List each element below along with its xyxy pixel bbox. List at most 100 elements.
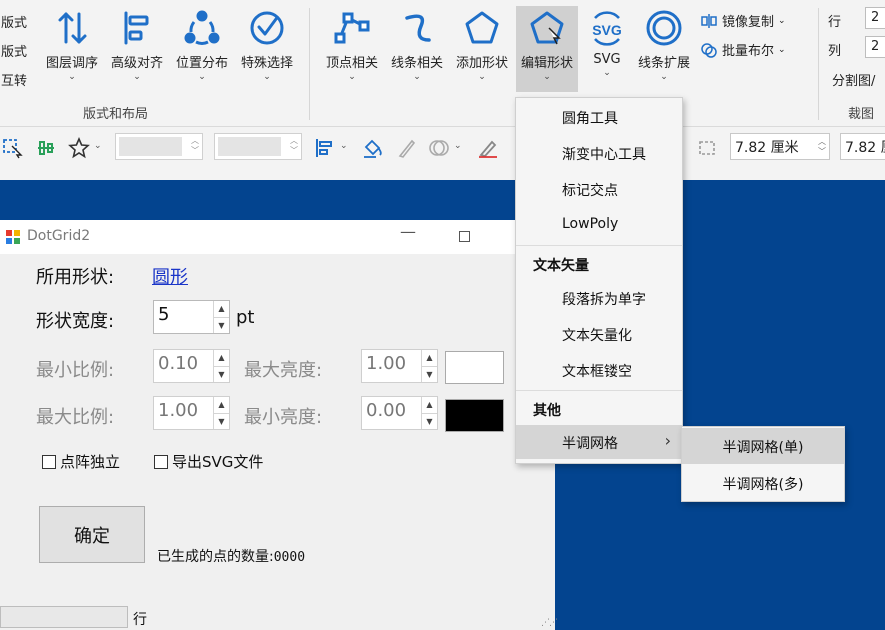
chevron-down-icon: ⌄	[543, 72, 551, 82]
layer-order-icon	[58, 12, 87, 44]
min-brightness-label: 最小亮度:	[244, 407, 323, 428]
ribbon-left-label-2[interactable]: 版式	[1, 41, 27, 60]
width-unit: pt	[236, 307, 255, 328]
menu-item-split-paragraph[interactable]: 段落拆为单字	[516, 281, 682, 315]
spin-up-icon[interactable]: ▲	[214, 350, 229, 366]
spin-up-icon[interactable]: ▲	[422, 397, 437, 413]
menu-item-gradient-center[interactable]: 渐变中心工具	[516, 136, 682, 170]
spin-down-icon[interactable]: ▼	[214, 413, 229, 429]
shape-input-1[interactable]: ︿ ﹀	[115, 133, 203, 160]
chevron-down-icon: ⌄	[478, 72, 486, 82]
select-pointer-icon[interactable]	[2, 137, 24, 159]
shape-type-link[interactable]: 圆形	[152, 263, 188, 289]
submenu-item-halftone-single[interactable]: 半调网格(单)	[682, 428, 844, 464]
shape-width-field-value: 5	[158, 304, 170, 325]
shape-height-input[interactable]: 7.82 厘	[840, 133, 885, 160]
curve-button[interactable]: 线条相关 ⌄	[386, 6, 448, 92]
max-ratio-stepper[interactable]: 1.00 ▲ ▼	[153, 396, 230, 430]
chevron-right-icon: ›	[664, 431, 671, 450]
spin-up-icon[interactable]: ▲	[214, 397, 229, 413]
mirror-copy-button[interactable]: 镜像复制 ⌄	[701, 11, 786, 30]
menu-item-round-corner[interactable]: 圆角工具	[516, 100, 682, 134]
menu-section-text-vector: 文本矢量	[533, 258, 589, 274]
pen-icon[interactable]	[396, 137, 418, 159]
menu-item-textbox-hollow[interactable]: 文本框镂空	[516, 353, 682, 387]
grid-col-input[interactable]: 2	[865, 36, 885, 58]
shape-width-input[interactable]: 7.82 厘米 ︿ ﹀	[730, 133, 830, 160]
ribbon-divider	[818, 8, 819, 120]
chevron-down-icon: ⌄	[263, 72, 271, 82]
shape-width-stepper[interactable]: 5 ▲ ▼	[153, 300, 230, 334]
split-image-button[interactable]: 分割图/	[832, 70, 875, 89]
batch-boolean-label: 批量布尔	[722, 44, 775, 59]
grid-col-label: 列	[828, 44, 842, 59]
menu-separator	[516, 390, 682, 391]
spin-up-icon[interactable]: ▲	[214, 301, 229, 317]
export-svg-checkbox[interactable]: 导出SVG文件	[154, 451, 263, 472]
maximize-icon[interactable]	[459, 231, 470, 242]
line-expand-icon	[646, 10, 682, 46]
fill-bucket-icon[interactable]	[362, 137, 384, 159]
submenu-item-halftone-multi[interactable]: 半调网格(多)	[682, 465, 844, 501]
spin-down-icon[interactable]: ▼	[422, 366, 437, 382]
shape-input-2[interactable]: ︿ ﹀	[214, 133, 302, 160]
eraser-line-icon[interactable]	[477, 137, 499, 159]
curve-label: 线条相关	[390, 56, 443, 71]
distribute-button[interactable]: 位置分布 ⌄	[171, 6, 233, 92]
min-brightness-stepper[interactable]: 0.00 ▲ ▼	[361, 396, 438, 430]
spin-up-icon[interactable]: ▲	[422, 350, 437, 366]
checkbox-box[interactable]	[42, 454, 56, 469]
ribbon-left-label-1[interactable]: 版式	[1, 12, 27, 31]
menu-item-text-vectorize[interactable]: 文本矢量化	[516, 317, 682, 351]
edit-shape-menu: 圆角工具 渐变中心工具 标记交点 LowPoly 文本矢量 段落拆为单字 文本矢…	[515, 97, 683, 464]
dialog-titlebar[interactable]: DotGrid2 —	[0, 220, 555, 254]
max-brightness-swatch[interactable]	[445, 351, 504, 384]
curve-icon	[405, 14, 431, 42]
vertex-button[interactable]: 顶点相关 ⌄	[321, 6, 383, 92]
chevron-down-icon[interactable]: ⌄	[340, 141, 348, 151]
menu-item-halftone[interactable]: 半调网格 ›	[516, 425, 682, 459]
special-select-label: 特殊选择	[240, 56, 293, 71]
ribbon-left-label-3[interactable]: 互转	[1, 70, 27, 89]
spin-down-icon[interactable]: ▼	[422, 413, 437, 429]
line-expand-button[interactable]: 线条扩展 ⌄	[633, 6, 695, 92]
grid-row-input[interactable]: 2	[865, 7, 885, 29]
star-icon[interactable]	[68, 137, 90, 159]
mirror-icon	[701, 13, 717, 28]
resize-grip-icon[interactable]: ⋰⋰	[541, 618, 558, 628]
chevron-down-icon: ⌄	[348, 72, 356, 82]
align-left-icon[interactable]	[313, 137, 335, 159]
chevron-down-icon: ⌄	[778, 15, 786, 26]
chevron-down-icon[interactable]: ⌄	[94, 141, 102, 151]
menu-item-mark-intersection[interactable]: 标记交点	[516, 172, 682, 206]
align-center-icon[interactable]	[35, 137, 57, 159]
dot-independent-checkbox[interactable]: 点阵独立	[42, 451, 120, 472]
svg-button[interactable]: SVG SVG ⌄	[576, 6, 638, 92]
min-ratio-label: 最小比例:	[36, 360, 115, 381]
align-button[interactable]: 高级对齐 ⌄	[106, 6, 168, 92]
effects-icon[interactable]	[428, 137, 450, 159]
menu-item-lowpoly[interactable]: LowPoly	[516, 208, 682, 242]
spin-down-icon[interactable]: ▼	[214, 317, 229, 333]
confirm-button[interactable]: 确定	[39, 506, 145, 563]
menu-item-halftone-label: 半调网格	[562, 436, 618, 452]
checkbox-box[interactable]	[154, 454, 168, 469]
special-select-button[interactable]: 特殊选择 ⌄	[236, 6, 298, 92]
spin-down-icon[interactable]: ▼	[214, 366, 229, 382]
layer-order-button[interactable]: 图层调序 ⌄	[41, 6, 103, 92]
edit-shape-button[interactable]: 编辑形状 ⌄	[516, 6, 578, 92]
max-brightness-stepper[interactable]: 1.00 ▲ ▼	[361, 349, 438, 383]
align-label: 高级对齐	[110, 56, 163, 71]
max-ratio-value: 1.00	[158, 400, 199, 421]
max-brightness-label: 最大亮度:	[244, 360, 323, 381]
group-label-layout: 版式和布局	[83, 107, 149, 122]
svg-icon: SVG	[592, 11, 622, 46]
max-ratio-label: 最大比例:	[36, 407, 115, 428]
format-toolbar: ⌄ ︿﹀ ︿﹀ ⌄ ⌄ 7.82 厘米 ︿﹀ 7.82 厘	[0, 128, 885, 166]
chevron-down-icon[interactable]: ⌄	[454, 141, 462, 151]
minimize-icon[interactable]: —	[400, 222, 416, 241]
add-shape-button[interactable]: 添加形状 ⌄	[451, 6, 513, 92]
min-ratio-stepper[interactable]: 0.10 ▲ ▼	[153, 349, 230, 383]
min-brightness-swatch[interactable]	[445, 399, 504, 432]
batch-boolean-button[interactable]: 批量布尔 ⌄	[701, 40, 786, 59]
